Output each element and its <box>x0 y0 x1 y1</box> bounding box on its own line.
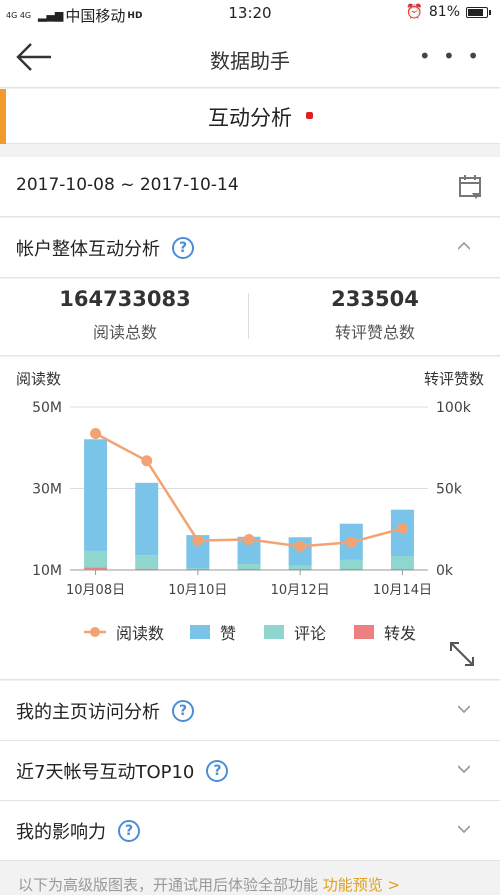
x-tick-label: 10月08日 <box>66 583 125 598</box>
banner-text: 以下为高级版图表，开通试用后体验全部功能 <box>18 876 323 894</box>
influence-section[interactable]: 我的影响力 ? <box>0 801 500 861</box>
help-icon[interactable]: ? <box>172 237 194 259</box>
section-title: 近7天帐号互动TOP10 <box>16 762 195 783</box>
calendar-icon[interactable] <box>458 173 482 201</box>
bar-comments <box>84 550 108 568</box>
legend-item-reposts[interactable]: 转发 <box>354 620 416 644</box>
bar-reposts <box>186 569 210 570</box>
more-options-icon[interactable]: • • • <box>419 44 482 68</box>
legend-swatch <box>354 625 374 639</box>
homepage-visit-section[interactable]: 我的主页访问分析 ? <box>0 681 500 741</box>
reads-point <box>243 533 255 545</box>
legend-item-likes[interactable]: 赞 <box>190 620 236 644</box>
chevron-up-icon[interactable] <box>458 240 470 252</box>
divider <box>248 293 249 339</box>
bar-reposts <box>237 569 261 570</box>
reads-point <box>294 540 306 552</box>
stat-label: 阅读总数 <box>92 323 157 342</box>
stat-value: 233504 <box>331 287 419 311</box>
battery-icon <box>466 6 491 18</box>
bar-reposts <box>390 569 414 570</box>
bar-reposts <box>288 569 312 570</box>
alarm-icon: ⏰ <box>405 4 423 20</box>
bar-comments <box>135 555 159 569</box>
legend-item-comments[interactable]: 评论 <box>264 620 326 644</box>
x-tick-label: 10月12日 <box>271 583 330 598</box>
reads-point <box>345 536 357 548</box>
date-range: 2017-10-08 ~ 2017-10-14 <box>16 175 239 195</box>
bar-comments <box>186 568 210 570</box>
x-tick-label: 10月14日 <box>373 583 432 598</box>
section-title: 我的主页访问分析 <box>16 702 160 723</box>
reads-point <box>90 427 102 439</box>
chevron-down-icon[interactable] <box>458 823 470 835</box>
stat-label: 转评赞总数 <box>334 323 415 342</box>
y-right-tick-label: 50k <box>436 482 463 498</box>
battery-percent: 81% <box>428 4 460 20</box>
top10-interaction-section[interactable]: 近7天帐号互动TOP10 ? <box>0 741 500 801</box>
interaction-chart-card: 阅读数 转评赞数 50M 100k 30M 50k 10M 0k 10月08日 10月10日 10月… <box>0 357 500 680</box>
bar-comments <box>237 563 261 570</box>
help-icon[interactable]: ? <box>206 760 229 782</box>
section-title: 我的影响力 <box>16 822 106 843</box>
bar-comments <box>288 565 312 570</box>
legend-item-reads[interactable]: 阅读数 <box>84 620 164 644</box>
legend-label: 阅读数 <box>116 624 165 643</box>
legend-label: 评论 <box>294 624 327 643</box>
y-right-tick-label: 100k <box>436 400 472 416</box>
x-tick-label: 10月10日 <box>168 583 227 598</box>
chevron-down-icon[interactable] <box>458 703 470 715</box>
expand-icon[interactable] <box>448 640 476 668</box>
y-left-tick-label: 30M <box>32 482 62 498</box>
tab-interaction-analysis[interactable]: 互动分析 <box>0 89 500 144</box>
legend-swatch <box>190 625 210 639</box>
reads-point <box>396 522 408 534</box>
reads-point <box>192 535 204 547</box>
y-left-tick-label: 50M <box>32 400 62 416</box>
help-icon[interactable]: ? <box>172 700 194 722</box>
y-right-tick-label: 0k <box>436 563 454 579</box>
help-icon[interactable]: ? <box>118 820 140 842</box>
nav-bar: 数据助手 • • • <box>0 26 500 88</box>
chevron-down-icon[interactable] <box>458 763 470 775</box>
interaction-chart[interactable]: 阅读数 转评赞数 50M 100k 30M 50k 10M 0k 10月08日 10月10日 10月… <box>0 357 500 619</box>
stats-summary: 164733083 阅读总数 233504 转评赞总数 <box>0 279 500 356</box>
stat-value: 164733083 <box>59 287 191 311</box>
stat-total-reads: 164733083 阅读总数 <box>0 287 250 343</box>
status-bar: 4G 4G ▂▄▆ 中国移动 HD 13:20 ⏰ 81% <box>0 0 500 26</box>
bar-reposts <box>84 567 108 570</box>
legend-swatch <box>264 625 284 639</box>
bar-reposts <box>339 569 363 570</box>
notification-dot <box>306 112 313 119</box>
y-axis-right-title: 转评赞数 <box>424 370 484 388</box>
reads-point <box>141 455 153 467</box>
y-axis-left-title: 阅读数 <box>16 370 61 388</box>
legend-line-swatch <box>84 627 106 637</box>
bar-comments <box>390 555 414 570</box>
tab-title: 互动分析 <box>208 106 292 130</box>
stat-total-engagement: 233504 转评赞总数 <box>250 287 500 343</box>
bar-comments <box>339 559 363 570</box>
legend-label: 转发 <box>384 624 417 643</box>
bar-likes <box>135 482 159 556</box>
bar-likes <box>84 439 108 551</box>
section-title: 帐户整体互动分析 <box>16 239 160 260</box>
account-analysis-header[interactable]: 帐户整体互动分析 ? <box>0 218 500 278</box>
legend-label: 赞 <box>220 624 237 643</box>
y-left-tick-label: 10M <box>32 563 62 579</box>
upgrade-banner: 以下为高级版图表，开通试用后体验全部功能 功能预览 > <box>0 862 500 894</box>
feature-preview-link[interactable]: 功能预览 > <box>323 876 400 894</box>
bar-reposts <box>135 568 159 570</box>
date-range-row[interactable]: 2017-10-08 ~ 2017-10-14 <box>0 157 500 217</box>
chart-legend: 阅读数 赞 评论 转发 <box>0 620 500 644</box>
